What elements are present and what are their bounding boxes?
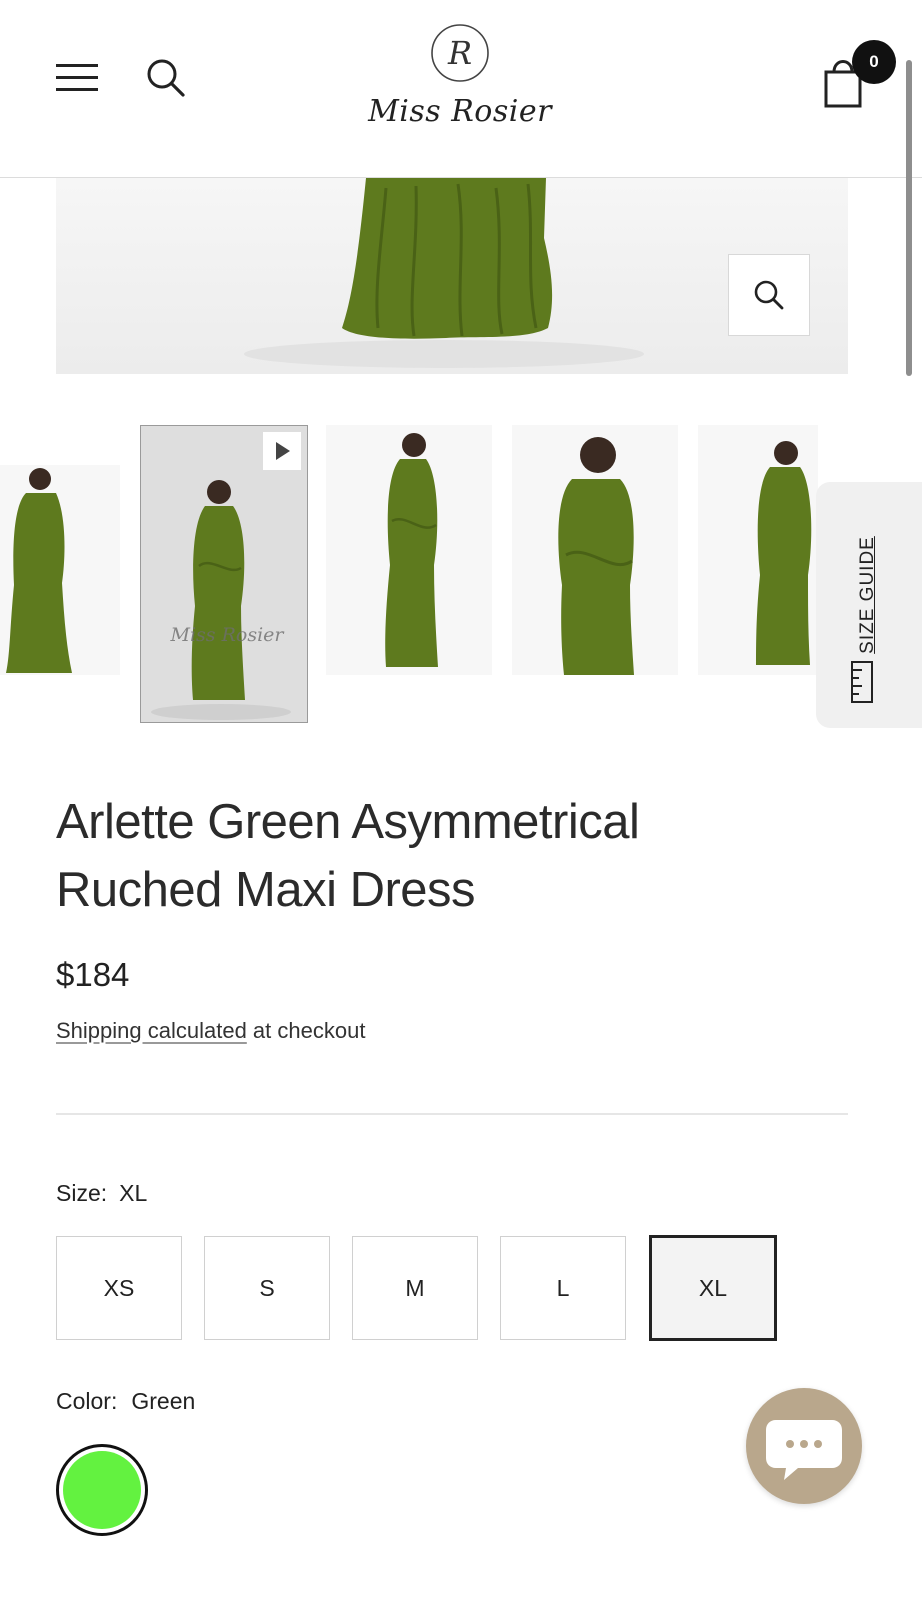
search-icon <box>754 280 784 310</box>
thumbnail-watermark: Miss Rosier <box>170 624 284 646</box>
color-label: Color: Green <box>56 1388 195 1415</box>
search-icon[interactable] <box>144 56 188 100</box>
site-header: R Miss Rosier 0 <box>0 0 922 178</box>
size-guide-tab[interactable]: SIZE GUIDE <box>816 482 922 728</box>
size-option-xs[interactable]: XS <box>56 1236 182 1340</box>
thumbnail-2-video[interactable]: Miss Rosier <box>140 425 308 723</box>
shipping-note-text: at checkout <box>246 1018 366 1043</box>
cart-count-badge: 0 <box>852 40 896 84</box>
chat-bubble-icon <box>766 1420 842 1480</box>
shipping-note: Shipping calculated at checkout <box>56 1018 365 1044</box>
size-label: Size: XL <box>56 1180 147 1207</box>
size-option-l[interactable]: L <box>500 1236 626 1340</box>
ruler-icon <box>851 661 873 703</box>
hamburger-menu-icon[interactable] <box>56 62 100 94</box>
thumbnail-4[interactable] <box>512 425 678 675</box>
logo-text: Miss Rosier <box>368 94 552 129</box>
thumbnail-3[interactable] <box>326 425 492 675</box>
color-label-text: Color: <box>56 1388 118 1414</box>
divider <box>56 1113 848 1115</box>
logo-monogram: R <box>429 22 491 84</box>
play-icon <box>263 432 301 470</box>
color-swatch-fill <box>63 1451 141 1529</box>
thumbnail-strip: Miss Rosier <box>0 425 922 725</box>
shipping-link[interactable]: Shipping calculated <box>56 1018 247 1043</box>
site-logo[interactable]: R Miss Rosier <box>340 22 580 142</box>
product-price: $184 <box>56 956 130 993</box>
selected-size-value: XL <box>119 1180 148 1206</box>
page-scrollbar[interactable] <box>906 60 912 376</box>
size-options: XS S M L XL <box>56 1235 836 1342</box>
size-option-s[interactable]: S <box>204 1236 330 1340</box>
color-swatch-green[interactable] <box>56 1444 148 1536</box>
size-option-m[interactable]: M <box>352 1236 478 1340</box>
svg-text:R: R <box>447 34 472 72</box>
thumbnail-1[interactable] <box>0 465 120 675</box>
size-label-text: Size: <box>56 1180 108 1206</box>
chat-button[interactable] <box>746 1388 862 1504</box>
size-option-xl[interactable]: XL <box>649 1235 777 1341</box>
cart-button[interactable]: 0 <box>820 40 900 110</box>
size-guide-label: SIZE GUIDE <box>857 536 878 654</box>
product-title: Arlette Green Asymmetrical Ruched Maxi D… <box>56 795 640 917</box>
thumbnail-5[interactable] <box>698 425 818 675</box>
zoom-image-button[interactable] <box>728 254 810 336</box>
selected-color-value: Green <box>131 1388 196 1414</box>
